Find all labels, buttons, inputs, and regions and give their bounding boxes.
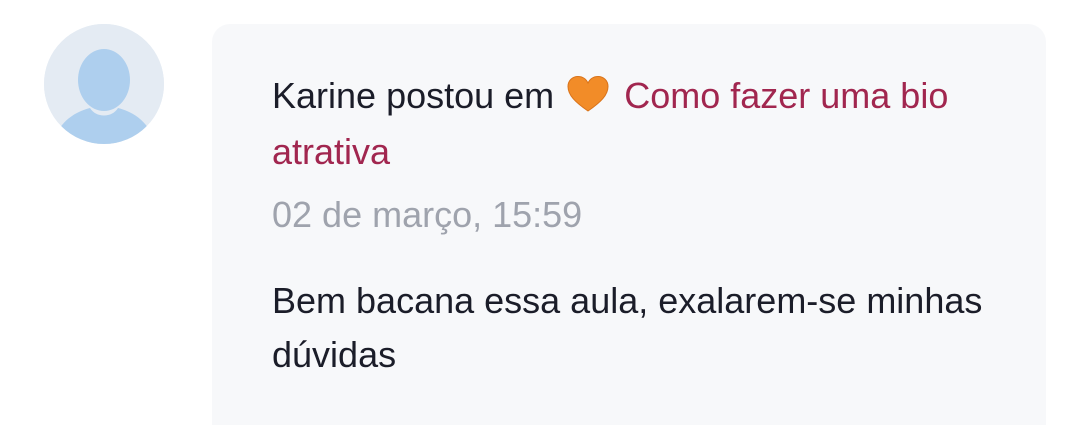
- activity-feed-item: Karine postou em Como fazer uma bio atra…: [0, 0, 1078, 425]
- default-user-icon: [44, 24, 164, 144]
- author-action-text: Karine postou em: [272, 75, 555, 116]
- comment-text: Bem bacana essa aula, exalarem-se minhas…: [272, 280, 983, 375]
- avatar[interactable]: [44, 24, 164, 144]
- activity-headline: Karine postou em Como fazer uma bio atra…: [272, 68, 1002, 180]
- orange-heart-icon: [566, 75, 610, 113]
- post-timestamp: 02 de março, 15:59: [272, 194, 583, 235]
